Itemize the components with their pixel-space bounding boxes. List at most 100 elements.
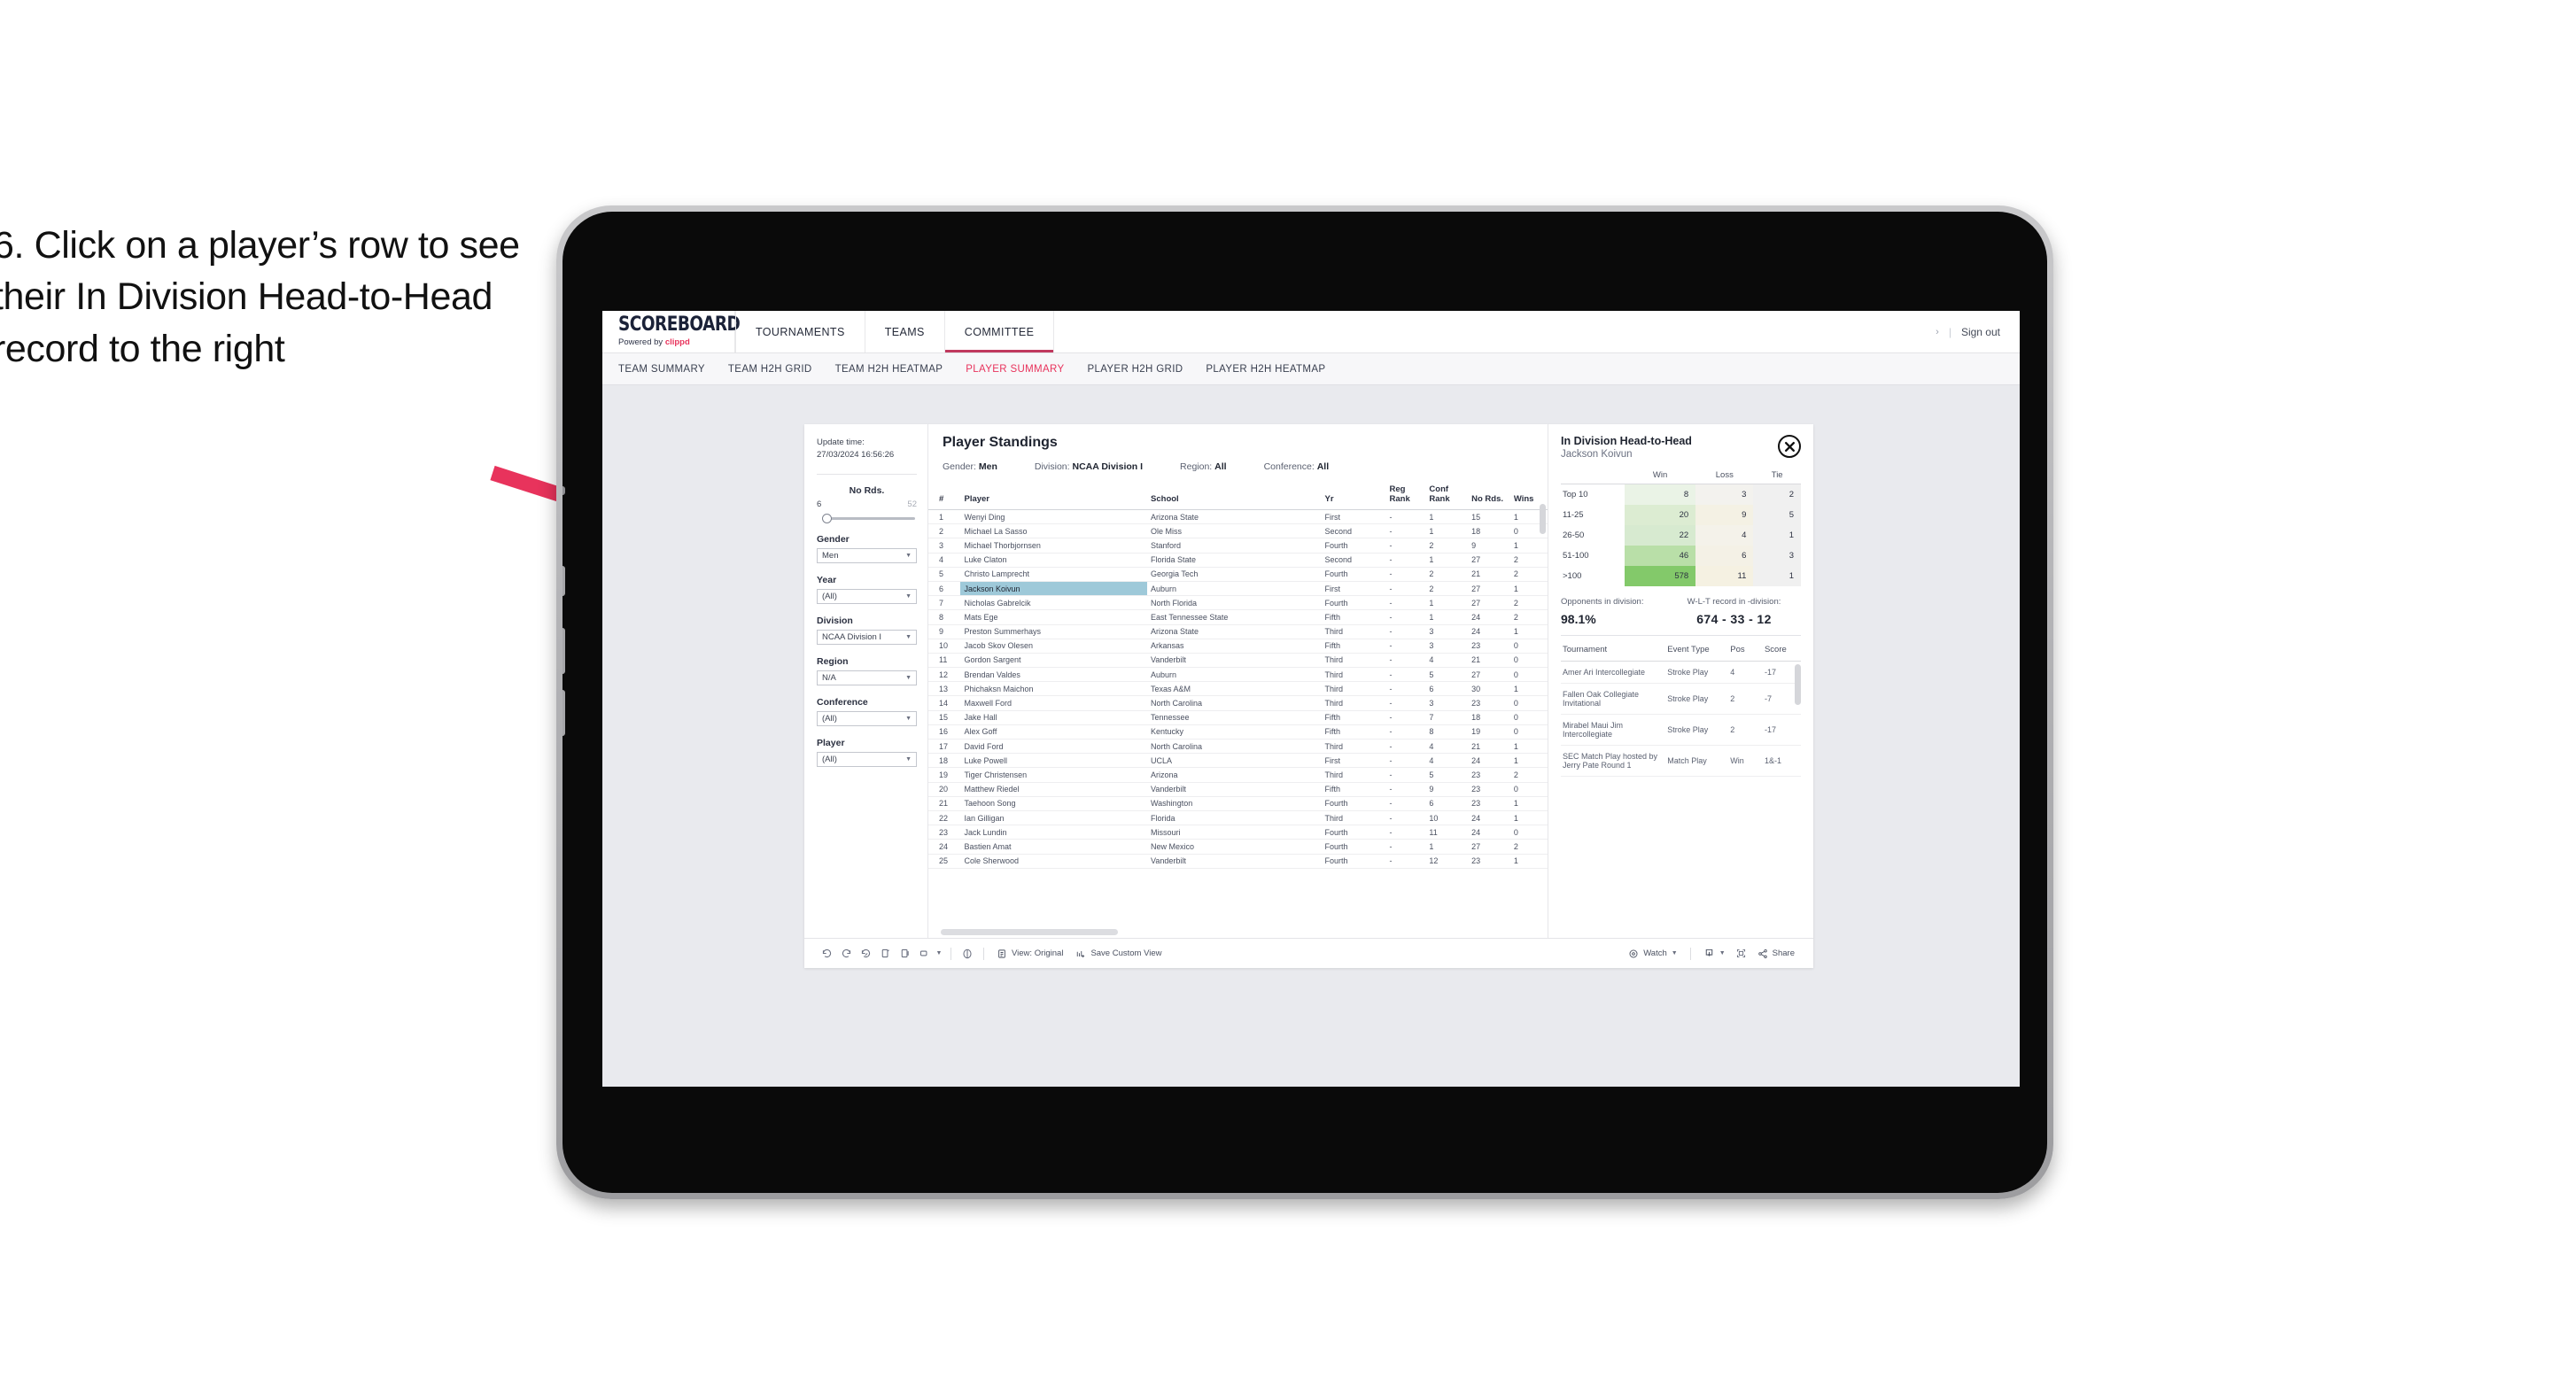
presentation-mode-icon[interactable] — [958, 944, 977, 964]
cell-reg-rank: - — [1385, 581, 1426, 597]
col-score[interactable]: Score — [1762, 645, 1801, 662]
cell-reg-rank: - — [1385, 724, 1426, 740]
table-row[interactable]: 2 Michael La Sasso Ole Miss Second -1 18 0 — [928, 523, 1548, 539]
cell-conf-rank: 1 — [1425, 509, 1469, 525]
table-row[interactable]: 10 Jacob Skov Olesen Arkansas Fifth -3 23 0 — [928, 639, 1548, 654]
filter-division-select[interactable]: NCAA Division I ▼ — [817, 629, 917, 645]
no-rounds-label: No Rds. — [849, 484, 885, 496]
share-button[interactable]: Share — [1751, 949, 1801, 959]
col-reg-rank[interactable]: Reg Rank — [1385, 481, 1426, 510]
slider-handle[interactable] — [822, 513, 832, 523]
table-row[interactable]: 12 Brendan Valdes Auburn Third -5 27 0 — [928, 667, 1548, 683]
slider-track[interactable] — [822, 513, 915, 523]
redo-icon[interactable] — [836, 944, 856, 964]
table-row[interactable]: 20 Matthew Riedel Vanderbilt Fifth -9 23 0 — [928, 782, 1548, 797]
table-row[interactable]: 22 Ian Gilligan Florida Third -10 24 1 — [928, 810, 1548, 826]
tab-player-h2h-heatmap[interactable]: PLAYER H2H HEATMAP — [1206, 364, 1325, 375]
no-rounds-slider[interactable]: No Rds. 6 52 — [817, 484, 917, 523]
table-row[interactable]: 1 Wenyi Ding Arizona State First -1 15 1 — [928, 509, 1548, 525]
filter-year-select[interactable]: (All) ▼ — [817, 588, 917, 604]
revert-icon[interactable] — [856, 944, 875, 964]
tournament-row[interactable]: SEC Match Play hosted by Jerry Pate Roun… — [1561, 745, 1801, 777]
highlight-dropdown-icon[interactable]: ▼ — [934, 944, 944, 964]
share-label: Share — [1772, 949, 1795, 958]
filter-conference-select[interactable]: (All) ▼ — [817, 710, 917, 726]
cell-rank: 12 — [928, 667, 961, 683]
table-row[interactable]: 4 Luke Claton Florida State Second -1 27 2 — [928, 553, 1548, 568]
col-no-rds[interactable]: No Rds. — [1468, 481, 1510, 510]
cell-reg-rank: - — [1385, 695, 1426, 711]
nav-committee[interactable]: COMMITTEE — [944, 311, 1055, 352]
view-original-button[interactable]: View: Original — [990, 949, 1069, 959]
table-row[interactable]: 14 Maxwell Ford North Carolina Third -3 23 0 — [928, 695, 1548, 711]
cell-wins: 2 — [1509, 609, 1548, 625]
table-row[interactable]: 3 Michael Thorbjornsen Stanford Fourth -2 9 1 — [928, 538, 1548, 554]
table-row[interactable]: 9 Preston Summerhays Arizona State Third -3 2… — [928, 624, 1548, 639]
watch-button[interactable]: Watch ▼ — [1622, 949, 1684, 959]
table-row[interactable]: 8 Mats Ege East Tennessee State Fifth -1 24 2 — [928, 609, 1548, 625]
table-row[interactable]: 13 Phichaksn Maichon Texas A&M Third -6 30 1 — [928, 681, 1548, 697]
table-row[interactable]: 17 David Ford North Carolina Third -4 21 1 — [928, 739, 1548, 755]
col-conf-rank[interactable]: Conf Rank — [1425, 481, 1469, 510]
cell-school: Florida State — [1147, 553, 1322, 568]
tournament-row[interactable]: Fallen Oak Collegiate Invitational Stroke… — [1561, 683, 1801, 715]
table-row[interactable]: 7 Nicholas Gabrelcik North Florida Fourth -1… — [928, 595, 1548, 611]
table-row[interactable]: 5 Christo Lamprecht Georgia Tech Fourth -2 21… — [928, 567, 1548, 582]
tournament-row[interactable]: Amer Ari Intercollegiate Stroke Play 4 -17 — [1561, 661, 1801, 684]
table-row[interactable]: 25 Cole Sherwood Vanderbilt Fourth -12 23 1 — [928, 854, 1548, 869]
cell-player: Taehoon Song — [960, 796, 1148, 811]
save-custom-view-button[interactable]: Save Custom View — [1069, 949, 1168, 959]
tab-team-h2h-grid[interactable]: TEAM H2H GRID — [728, 364, 812, 375]
table-row[interactable]: 21 Taehoon Song Washington Fourth -6 23 1 — [928, 796, 1548, 811]
filter-region-select[interactable]: N/A ▼ — [817, 670, 917, 685]
download-button[interactable]: ▼ — [1697, 948, 1732, 959]
close-icon[interactable] — [1778, 435, 1801, 458]
table-row[interactable]: 19 Tiger Christensen Arizona Third -5 23 2 — [928, 767, 1548, 783]
cell-no-rds: 27 — [1468, 581, 1510, 597]
tab-player-h2h-grid[interactable]: PLAYER H2H GRID — [1087, 364, 1183, 375]
tournament-scrollbar[interactable] — [1795, 664, 1801, 705]
tab-team-h2h-heatmap[interactable]: TEAM H2H HEATMAP — [835, 364, 943, 375]
fullscreen-icon[interactable] — [1732, 944, 1751, 964]
app-logo[interactable]: SCOREBOARD Powered by clippd — [602, 311, 741, 352]
undo-icon[interactable] — [817, 944, 836, 964]
highlight-icon[interactable] — [914, 944, 934, 964]
cell-rank: 24 — [928, 839, 961, 855]
volume-up-button[interactable] — [563, 566, 565, 596]
volume-down-button[interactable] — [563, 628, 565, 674]
cell-rank: 5 — [928, 567, 961, 582]
cell-player: Gordon Sargent — [960, 653, 1148, 669]
refresh-data-icon[interactable] — [875, 944, 895, 964]
standings-horizontal-scrollbar[interactable] — [941, 929, 1118, 935]
power-button[interactable] — [563, 690, 565, 736]
table-row[interactable]: 11 Gordon Sargent Vanderbilt Third -4 21 0 — [928, 653, 1548, 669]
col-school[interactable]: School — [1147, 481, 1322, 510]
nav-tournaments[interactable]: TOURNAMENTS — [735, 311, 865, 352]
col-yr[interactable]: Yr — [1321, 481, 1386, 510]
col-rank[interactable]: # — [928, 481, 961, 510]
pause-updates-icon[interactable] — [895, 944, 914, 964]
tournament-row[interactable]: Mirabel Maui Jim Intercollegiate Stroke P… — [1561, 714, 1801, 746]
sign-out-link[interactable]: Sign out — [1961, 326, 2000, 338]
table-row[interactable]: 6 Jackson Koivun Auburn First -2 27 1 — [928, 581, 1548, 597]
standings-vertical-scrollbar[interactable] — [1540, 504, 1546, 534]
table-row[interactable]: 18 Luke Powell UCLA First -4 24 1 — [928, 753, 1548, 769]
nav-teams[interactable]: TEAMS — [865, 311, 945, 352]
table-row[interactable]: 24 Bastien Amat New Mexico Fourth -1 27 2 — [928, 839, 1548, 855]
table-row[interactable]: 23 Jack Lundin Missouri Fourth -11 24 0 — [928, 825, 1548, 840]
col-pos[interactable]: Pos — [1728, 645, 1763, 662]
filter-player: Player (All) ▼ — [817, 738, 917, 767]
table-row[interactable]: 15 Jake Hall Tennessee Fifth -7 18 0 — [928, 710, 1548, 725]
user-menu-icon[interactable]: › — [1936, 327, 1939, 337]
filter-player-select[interactable]: (All) ▼ — [817, 751, 917, 767]
col-event-type[interactable]: Event Type — [1665, 645, 1729, 662]
h2h-tie-cell: 1 — [1753, 525, 1801, 546]
tab-player-summary[interactable]: PLAYER SUMMARY — [966, 364, 1064, 375]
tab-team-summary[interactable]: TEAM SUMMARY — [618, 364, 705, 375]
col-player[interactable]: Player — [960, 481, 1148, 510]
filter-gender-select[interactable]: Men ▼ — [817, 547, 917, 563]
h2h-matrix-row: >100 578 11 1 — [1561, 566, 1801, 586]
table-row[interactable]: 16 Alex Goff Kentucky Fifth -8 19 0 — [928, 724, 1548, 740]
col-tournament[interactable]: Tournament — [1561, 645, 1666, 662]
cell-school: Texas A&M — [1147, 681, 1322, 697]
